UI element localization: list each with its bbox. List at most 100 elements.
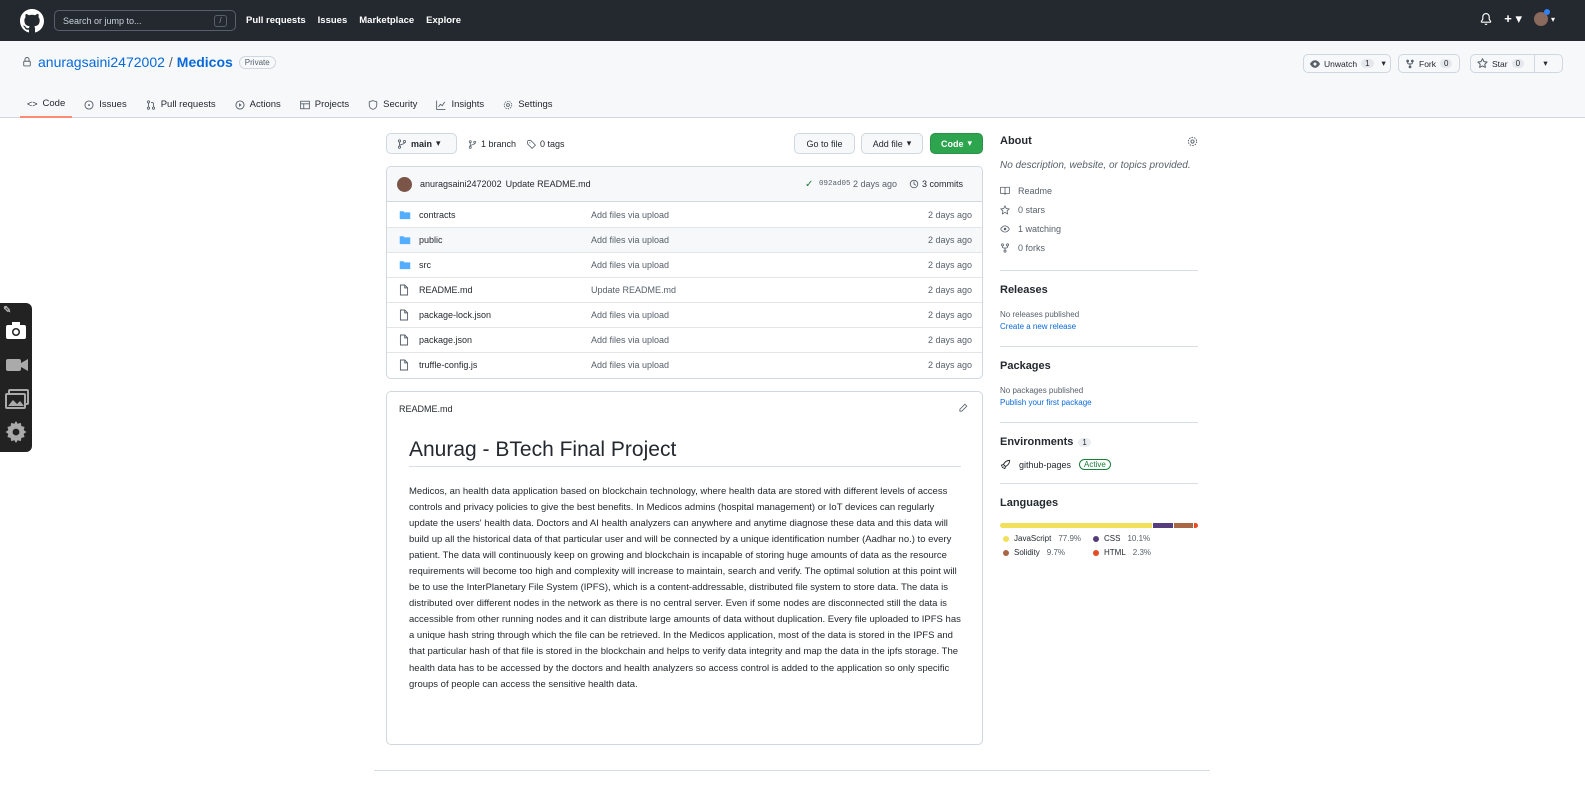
star-dropdown-chevron-icon[interactable]: ▾: [1534, 55, 1556, 72]
releases-heading[interactable]: Releases: [1000, 284, 1198, 296]
pencil-icon[interactable]: [958, 403, 968, 413]
fork-button[interactable]: Fork 0: [1398, 54, 1460, 73]
about-heading: About: [1000, 135, 1032, 147]
fork-count: 0: [1440, 59, 1453, 68]
video-camera-icon[interactable]: [5, 356, 29, 374]
gear-icon[interactable]: [5, 421, 27, 443]
file-commit-message[interactable]: Add files via upload: [591, 310, 669, 320]
tab-insights[interactable]: Insights: [429, 91, 491, 118]
file-name-link[interactable]: README.md: [419, 285, 473, 295]
file-name-link[interactable]: src: [419, 260, 431, 270]
file-commit-message[interactable]: Add files via upload: [591, 260, 669, 270]
branches-count: 1 branch: [481, 139, 517, 149]
commits-link[interactable]: 3 commits: [922, 179, 963, 189]
language-bar-segment: [1173, 523, 1193, 528]
file-row[interactable]: package.json Add files via upload 2 days a…: [387, 327, 982, 352]
publish-package-link[interactable]: Publish your first package: [1000, 397, 1198, 409]
file-age: 2 days ago: [927, 310, 972, 320]
github-logo-icon[interactable]: [20, 8, 44, 33]
repo-header: anuragsaini2472002 / Medicos Private Unw…: [0, 41, 1585, 118]
language-item[interactable]: Solidity 9.7%: [1003, 548, 1093, 557]
tab-actions[interactable]: Actions: [228, 91, 288, 118]
repo-owner-link[interactable]: anuragsaini2472002: [38, 54, 165, 70]
commit-author[interactable]: anuragsaini2472002: [420, 179, 502, 189]
file-row[interactable]: README.md Update README.md 2 days ago: [387, 277, 982, 302]
language-name: JavaScript: [1014, 534, 1052, 543]
environment-item[interactable]: github-pages Active: [1000, 459, 1198, 470]
branches-link[interactable]: 1 branch: [468, 139, 516, 149]
repo-name-link[interactable]: Medicos: [177, 54, 233, 70]
star-icon: [1000, 204, 1010, 215]
avatar[interactable]: ▾: [1533, 9, 1555, 26]
file-row[interactable]: src Add files via upload 2 days ago: [387, 252, 982, 277]
file-row[interactable]: contracts Add files via upload 2 days ago: [387, 202, 982, 227]
nav-explore[interactable]: Explore: [426, 15, 461, 26]
nav-pull-requests[interactable]: Pull requests: [246, 15, 306, 26]
file-name-link[interactable]: public: [419, 235, 443, 245]
file-name-link[interactable]: contracts: [419, 210, 456, 220]
file-browser: anuragsaini2472002 Update README.md ✓ 09…: [386, 166, 983, 379]
star-count: 0: [1511, 59, 1525, 68]
repo-sidebar: About No description, website, or topics…: [1000, 134, 1198, 557]
add-file-button[interactable]: Add file ▾: [861, 133, 923, 154]
file-commit-message[interactable]: Add files via upload: [591, 360, 669, 370]
nav-issues[interactable]: Issues: [318, 15, 348, 26]
tab-code[interactable]: <> Code: [20, 91, 73, 118]
avatar[interactable]: [397, 176, 412, 192]
language-name: CSS: [1104, 534, 1121, 543]
camera-icon[interactable]: [5, 320, 27, 340]
environments-heading[interactable]: Environments: [1000, 436, 1073, 448]
tab-settings[interactable]: Settings: [496, 91, 559, 118]
pin-icon[interactable]: ✎: [3, 305, 11, 316]
no-packages-text: No packages published: [1000, 386, 1084, 395]
tab-pull-requests[interactable]: Pull requests: [139, 91, 223, 118]
tab-security[interactable]: Security: [361, 91, 424, 118]
branch-select-button[interactable]: main ▾: [386, 133, 457, 154]
file-commit-message[interactable]: Add files via upload: [591, 210, 669, 220]
search-input[interactable]: Search or jump to... /: [54, 10, 236, 31]
file-name-link[interactable]: package-lock.json: [419, 310, 491, 320]
watching-link[interactable]: 1 watching: [1000, 219, 1198, 238]
divider: [1000, 270, 1198, 271]
file-name-link[interactable]: truffle-config.js: [419, 360, 477, 370]
book-icon: [1000, 186, 1010, 196]
language-percent: 9.7%: [1046, 548, 1066, 557]
packages-heading[interactable]: Packages: [1000, 360, 1198, 372]
readme-body: Medicos, an health data application base…: [409, 486, 961, 690]
file-list: contracts Add files via upload 2 days ago p…: [387, 202, 982, 377]
file-row[interactable]: package-lock.json Add files via upload 2 d…: [387, 302, 982, 327]
star-button[interactable]: Star 0 ▾: [1470, 54, 1563, 73]
tab-projects[interactable]: Projects: [293, 91, 356, 118]
commit-sha[interactable]: 092ad05: [819, 180, 851, 188]
create-new-plus-icon[interactable]: + ▾: [1504, 11, 1522, 27]
unwatch-button[interactable]: Unwatch 1 ▾: [1303, 54, 1391, 73]
latest-commit-bar: anuragsaini2472002 Update README.md ✓ 09…: [387, 167, 982, 202]
code-button[interactable]: Code ▾: [930, 133, 983, 154]
commit-message[interactable]: Update README.md: [506, 179, 591, 189]
file-commit-message[interactable]: Add files via upload: [591, 335, 669, 345]
readme-filename[interactable]: README.md: [399, 404, 453, 414]
file-name-link[interactable]: package.json: [419, 335, 472, 345]
language-bar: [1000, 523, 1198, 528]
bell-icon[interactable]: [1480, 13, 1492, 25]
stars-link[interactable]: 0 stars: [1000, 200, 1198, 219]
go-to-file-button[interactable]: Go to file: [794, 133, 855, 154]
gallery-icon[interactable]: [5, 389, 29, 409]
forks-link[interactable]: 0 forks: [1000, 238, 1198, 257]
gear-icon[interactable]: [1187, 136, 1198, 147]
file-commit-message[interactable]: Update README.md: [591, 285, 676, 295]
create-release-link[interactable]: Create a new release: [1000, 321, 1198, 333]
file-row[interactable]: truffle-config.js Add files via upload 2 d…: [387, 352, 982, 377]
language-item[interactable]: JavaScript 77.9%: [1003, 534, 1093, 543]
file-row[interactable]: public Add files via upload 2 days ago: [387, 227, 982, 252]
nav-marketplace[interactable]: Marketplace: [359, 15, 414, 26]
graph-icon: [436, 100, 446, 110]
language-item[interactable]: CSS 10.1%: [1093, 534, 1183, 543]
tab-issues[interactable]: Issues: [77, 91, 133, 118]
file-commit-message[interactable]: Add files via upload: [591, 235, 669, 245]
forks-label: 0 forks: [1018, 242, 1046, 253]
tags-link[interactable]: 0 tags: [527, 139, 565, 149]
chevron-down-icon: ▾: [1381, 58, 1386, 68]
language-item[interactable]: HTML 2.3%: [1093, 548, 1183, 557]
readme-link[interactable]: Readme: [1000, 181, 1198, 200]
